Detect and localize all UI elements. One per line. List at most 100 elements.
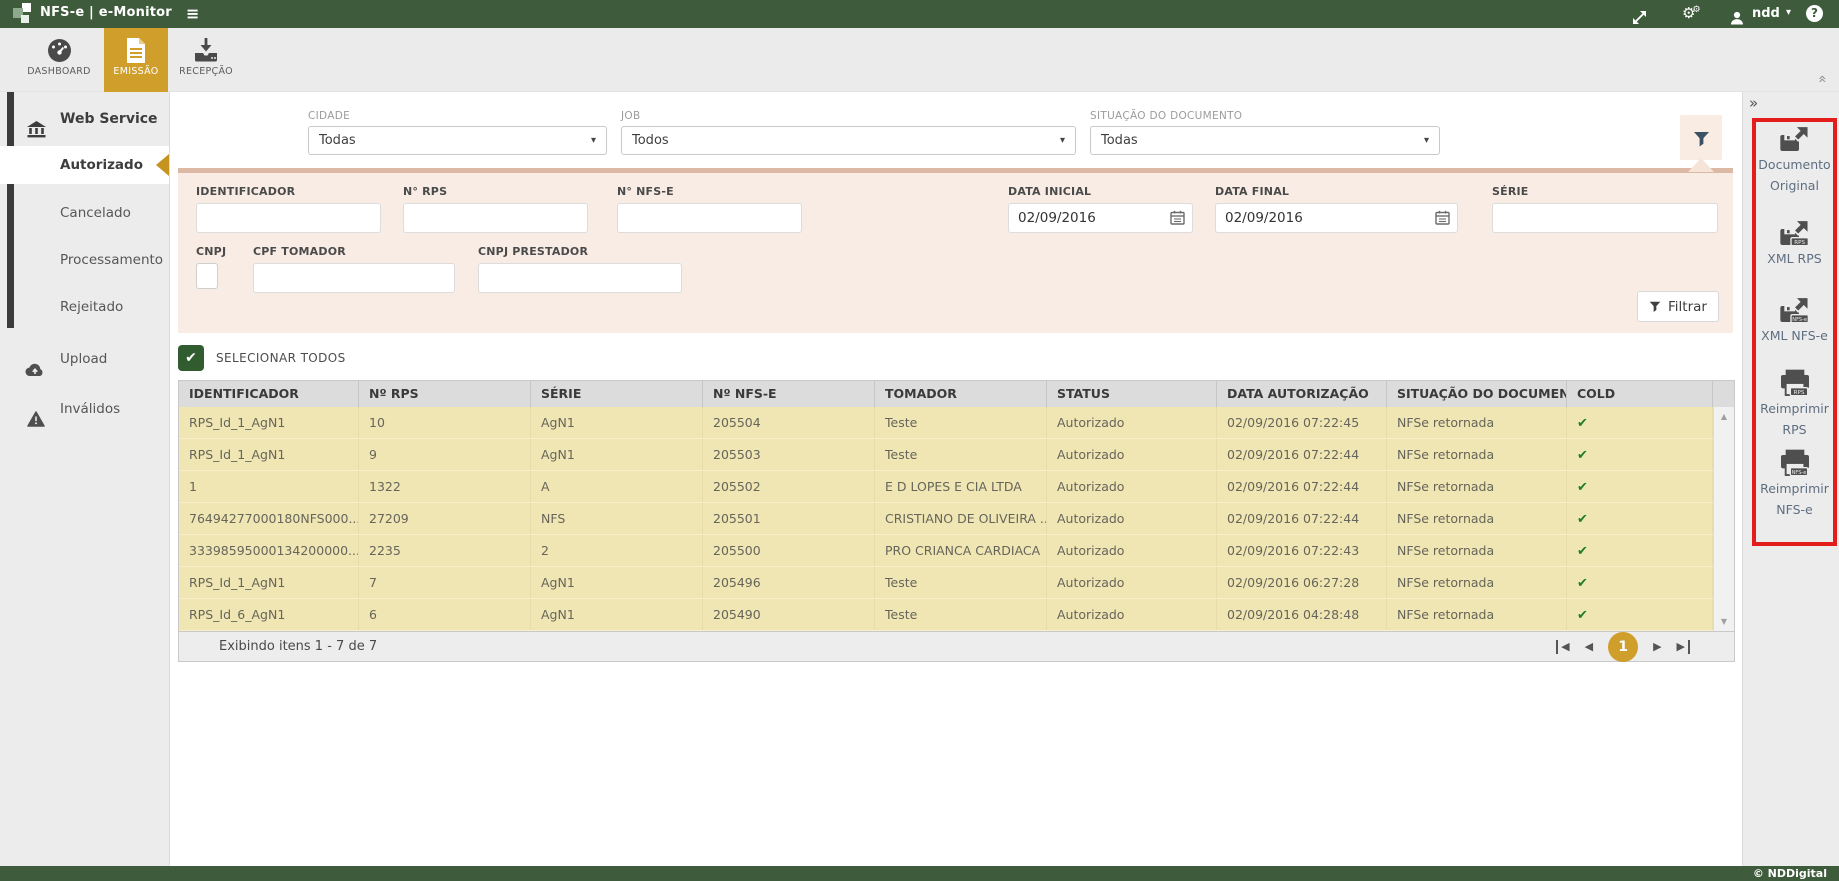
tool-xml-nfse[interactable]: NFS-e XML NFS-e: [1753, 295, 1836, 346]
filtrar-button[interactable]: Filtrar: [1637, 291, 1719, 322]
table-cell: Autorizado: [1047, 407, 1217, 438]
table-row[interactable]: RPS_Id_6_AgN16AgN1205490TesteAutorizado0…: [179, 599, 1734, 631]
check-icon: ✔: [1577, 544, 1588, 559]
sidebar-section-webservice[interactable]: Web Service: [0, 100, 169, 138]
table-cell: AgN1: [531, 567, 703, 598]
svg-text:RPS: RPS: [1794, 240, 1805, 246]
column-header[interactable]: IDENTIFICADOR: [179, 381, 359, 407]
column-header[interactable]: COLD: [1567, 381, 1713, 407]
table-row[interactable]: RPS_Id_1_AgN110AgN1205504TesteAutorizado…: [179, 407, 1734, 439]
next-page-button[interactable]: ▶: [1653, 640, 1661, 654]
tab-emissao[interactable]: EMISSÃO: [104, 28, 168, 92]
select-all-control[interactable]: ✔ SELECIONAR TODOS: [178, 345, 346, 371]
table-cell: NFS: [531, 503, 703, 534]
table-cell: 205501: [703, 503, 875, 534]
select-all-checkbox[interactable]: ✔: [178, 345, 204, 371]
cidade-select[interactable]: CIDADE Todas ▾: [308, 110, 607, 155]
vertical-scrollbar[interactable]: ▲ ▼: [1713, 407, 1734, 631]
job-select[interactable]: JOB Todos ▾: [621, 110, 1076, 155]
table-cell: Teste: [875, 599, 1047, 630]
column-header[interactable]: Nº NFS-E: [703, 381, 875, 407]
chevron-down-icon: ▾: [591, 127, 596, 154]
table-row[interactable]: 11322A205502E D LOPES E CIA LTDAAutoriza…: [179, 471, 1734, 503]
table-cell: Teste: [875, 439, 1047, 470]
identificador-label: IDENTIFICADOR: [196, 185, 381, 198]
column-header[interactable]: SÉRIE: [531, 381, 703, 407]
user-icon[interactable]: [1730, 7, 1744, 26]
ndd-logo-icon: [12, 3, 34, 25]
table-cell: 02/09/2016 07:22:43: [1217, 535, 1387, 566]
table-cell: 2: [531, 535, 703, 566]
scroll-down-icon[interactable]: ▼: [1714, 617, 1734, 626]
select-all-label: SELECIONAR TODOS: [216, 351, 346, 365]
help-icon[interactable]: ?: [1806, 5, 1823, 22]
tool-reimprimir-nfse[interactable]: NFS-e Reimprimir NFS-e: [1753, 448, 1836, 520]
sidebar-item-label: Upload: [60, 351, 107, 367]
table-cell: 205503: [703, 439, 875, 470]
hamburger-menu-icon[interactable]: ≡: [186, 4, 199, 23]
cidade-label: CIDADE: [308, 110, 607, 122]
column-header[interactable]: STATUS: [1047, 381, 1217, 407]
table-cell: 6: [359, 599, 531, 630]
tool-reimprimir-rps[interactable]: RPS Reimprimir RPS: [1753, 368, 1836, 440]
data-inicial-input[interactable]: [1008, 203, 1193, 233]
user-caret-icon[interactable]: ▾: [1786, 7, 1791, 18]
table-cell: NFSe retornada: [1387, 535, 1567, 566]
check-icon: ✔: [1577, 448, 1588, 463]
tab-label: DASHBOARD: [14, 66, 104, 77]
table-cell: AgN1: [531, 599, 703, 630]
cnpj-checkbox[interactable]: [196, 263, 218, 289]
current-page-badge[interactable]: 1: [1608, 632, 1638, 662]
grid-footer: Exibindo itens 1 - 7 de 7 ◀ ◀ 1 ▶ ▶: [179, 631, 1734, 661]
column-header[interactable]: TOMADOR: [875, 381, 1047, 407]
job-value: Todos: [632, 133, 669, 148]
table-cell-cold: ✔: [1567, 503, 1713, 534]
prev-page-button[interactable]: ◀: [1585, 640, 1593, 654]
cnpj-prestador-input[interactable]: [478, 263, 682, 293]
cpf-tomador-input[interactable]: [253, 263, 455, 293]
n-rps-label: N° RPS: [403, 185, 588, 198]
printer-nfse-icon: NFS-e: [1779, 448, 1811, 478]
sidebar-item-upload[interactable]: Upload: [0, 340, 169, 378]
scroll-up-icon[interactable]: ▲: [1714, 412, 1734, 421]
sidebar-item-processamento[interactable]: Processamento: [0, 241, 169, 279]
last-page-button[interactable]: ▶: [1677, 640, 1690, 654]
table-cell: 02/09/2016 07:22:44: [1217, 439, 1387, 470]
table-row[interactable]: RPS_Id_1_AgN17AgN1205496TesteAutorizado0…: [179, 567, 1734, 599]
table-row[interactable]: 33398595000134200000...22352205500PRO CR…: [179, 535, 1734, 567]
fullscreen-icon[interactable]: [1632, 7, 1647, 26]
settings-gears-icon[interactable]: ⚙⚙: [1682, 4, 1704, 25]
collapse-panel-icon[interactable]: »: [1749, 94, 1758, 112]
funnel-icon: [1693, 131, 1710, 148]
table-cell: 02/09/2016 06:27:28: [1217, 567, 1387, 598]
serie-input[interactable]: [1492, 203, 1718, 233]
table-row[interactable]: 76494277000180NFS000...27209NFS205501CRI…: [179, 503, 1734, 535]
tool-xml-rps[interactable]: RPS XML RPS: [1753, 218, 1836, 269]
sidebar-item-cancelado[interactable]: Cancelado: [0, 194, 169, 232]
tab-recepcao[interactable]: RECEPÇÃO: [168, 28, 244, 92]
tab-dashboard[interactable]: DASHBOARD: [14, 28, 104, 92]
table-cell-cold: ✔: [1567, 535, 1713, 566]
n-nfse-input[interactable]: [617, 203, 802, 233]
column-header[interactable]: DATA AUTORIZAÇÃO: [1217, 381, 1387, 407]
toolbar-collapse-icon[interactable]: »: [1815, 75, 1831, 84]
table-cell: 76494277000180NFS000...: [179, 503, 359, 534]
sidebar-item-invalidos[interactable]: Inválidos: [0, 390, 169, 428]
tool-documento-original[interactable]: Documento Original: [1753, 124, 1836, 196]
tab-label: RECEPÇÃO: [168, 66, 244, 77]
n-rps-input[interactable]: [403, 203, 588, 233]
sidebar-item-autorizado[interactable]: Autorizado: [0, 146, 169, 184]
check-icon: ✔: [1577, 576, 1588, 591]
situacao-documento-select[interactable]: SITUAÇÃO DO DOCUMENTO Todas ▾: [1090, 110, 1440, 155]
table-cell: RPS_Id_1_AgN1: [179, 439, 359, 470]
filter-toggle-button[interactable]: [1680, 115, 1722, 160]
first-page-button[interactable]: ◀: [1556, 640, 1569, 654]
identificador-input[interactable]: [196, 203, 381, 233]
export-xml-rps-icon: RPS: [1779, 218, 1811, 248]
data-final-input[interactable]: [1215, 203, 1458, 233]
table-row[interactable]: RPS_Id_1_AgN19AgN1205503TesteAutorizado0…: [179, 439, 1734, 471]
sidebar-item-rejeitado[interactable]: Rejeitado: [0, 288, 169, 326]
column-header[interactable]: SITUAÇÃO DO DOCUMENTO: [1387, 381, 1567, 407]
column-header[interactable]: Nº RPS: [359, 381, 531, 407]
username-menu[interactable]: ndd: [1752, 6, 1780, 21]
